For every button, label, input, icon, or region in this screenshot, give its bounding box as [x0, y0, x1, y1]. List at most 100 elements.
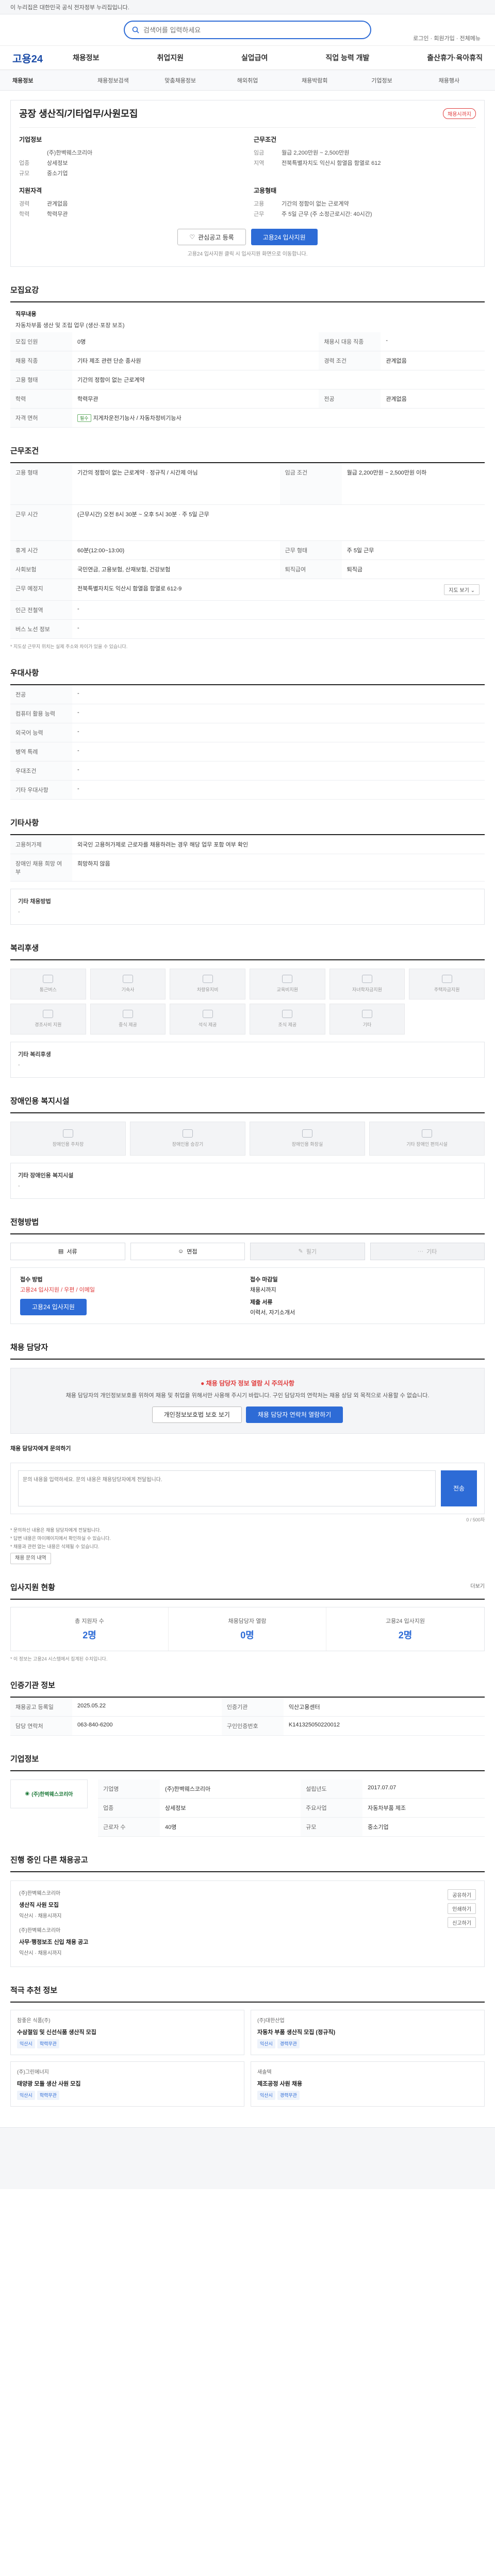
company-logo-icon: ◉	[25, 1791, 30, 1797]
graduation-icon	[361, 975, 372, 983]
qa-textarea[interactable]	[18, 1470, 436, 1506]
share-buttons: 공유하기 인쇄하기 신고하기	[326, 1889, 476, 1958]
table-row: 근로자 수 40명 규모 중소기업	[98, 1817, 485, 1837]
welfare-item: 조식 제공	[250, 1003, 325, 1035]
welfare-item: 석식 제공	[170, 1003, 245, 1035]
privacy-law-button[interactable]: 개인정보보호법 보호 보기	[152, 1406, 242, 1423]
welfare-text-label: 기타 복리후생	[18, 1051, 51, 1058]
login-link[interactable]: 로그인	[413, 36, 428, 42]
disability-text-label: 기타 장애인용 복지시설	[18, 1172, 74, 1179]
stats-more-link[interactable]: 더보기	[470, 1582, 485, 1592]
section-cert: 인증기관 정보 채용공고 등록일 2025.05.22 인증기관 익산고용센터 담당 …	[10, 1662, 485, 1736]
section-other-title: 진행 중인 다른 채용공고	[10, 1854, 485, 1872]
company-size: 중소기업	[47, 171, 68, 177]
section-etc-title: 기타사항	[10, 817, 485, 835]
table-row: 외국어 능력 -	[10, 723, 485, 742]
subnav-item-3[interactable]: 해외취업	[214, 76, 281, 84]
subnav-item-5[interactable]: 기업정보	[348, 76, 415, 84]
document-icon: ▤	[58, 1248, 64, 1255]
summary-cond-label: 근무조건	[254, 136, 277, 143]
corp-logo-name: (주)한벽웨스코리아	[31, 1792, 73, 1798]
search-row: 로그인 · 회원가입 · 전체메뉴	[0, 14, 495, 45]
summary-requirements: 지원자격 경력 관계없음 학력 학력무관	[19, 186, 241, 219]
gnb-item-training[interactable]: 직업 능력 개발	[325, 53, 369, 63]
print-button[interactable]: 인쇄하기	[448, 1903, 476, 1914]
map-button[interactable]: 지도 보기 ⌄	[444, 584, 480, 595]
table-row: 인근 전철역 -	[10, 600, 485, 620]
site-footer	[0, 2127, 495, 2189]
qa-send-button[interactable]: 전송	[441, 1470, 477, 1506]
table-row: 근무 예정지 전북특별자치도 익산시 함열읍 함열로 612-9 지도 보기 ⌄	[10, 579, 485, 601]
table-row: 버스 노선 정보 -	[10, 619, 485, 639]
gov-notice-text: 이 누리집은 대한민국 공식 전자정부 누리집입니다.	[10, 4, 129, 11]
apply-method-value: 고용24 입사지원 / 우편 / 이메일	[20, 1286, 95, 1293]
summary-company: 기업정보 (주)한벽웨스코리아 업종 상세정보 규모 중소기업	[19, 135, 241, 179]
preference-table: 전공 - 컴퓨터 활용 능력 - 외국어 능력 - 병역 특례 - 우대조건 - 기타 우…	[10, 685, 485, 800]
dots-icon: ···	[418, 1248, 424, 1255]
summary-company-label: 기업정보	[19, 136, 42, 143]
gnb-item-parental-leave[interactable]: 출산휴가·육아휴직	[427, 53, 483, 63]
apply-method-label: 접수 방법	[20, 1276, 43, 1283]
apply-doc-value: 이력서, 자기소개서	[250, 1309, 295, 1316]
subnav-item-0[interactable]: 채용정보	[12, 76, 79, 84]
warning-icon: ●	[201, 1379, 205, 1387]
section-conditions: 근무조건 고용 형태 기간의 정함이 없는 근로계약 · 정규직 / 시간제 아님…	[10, 428, 485, 650]
section-preference: 우대사항 전공 - 컴퓨터 활용 능력 - 외국어 능력 - 병역 특례 - 우대조건 -…	[10, 650, 485, 800]
duty-block: 직무내용 자동차부품 생산 및 조립 업무 (생산·포장 보조)	[10, 302, 485, 332]
section-stats-title: 입사지원 현황	[10, 1583, 55, 1592]
elevator-icon	[183, 1129, 193, 1138]
disability-item: 장애인용 주차장	[10, 1121, 126, 1156]
warning-title: 채용 담당자 정보 열람 시 주의사항	[206, 1379, 294, 1387]
list-item[interactable]: (주)그린에너지 태양광 모듈 생산 사원 모집 익산시 학력무관	[10, 2061, 244, 2107]
disability-item: 장애인용 화장실	[250, 1121, 365, 1156]
corp-logo: ◉ (주)한벽웨스코리아	[10, 1779, 88, 1808]
scrap-button[interactable]: ♡ 관심공고 등록	[177, 229, 246, 245]
table-row: 휴게 시간 60분(12:00~13:00) 근무 형태 주 5일 근무	[10, 540, 485, 560]
list-item[interactable]: (주)대한산업 자동차 부품 생산직 모집 (정규직) 익산시 경력무관	[251, 2009, 485, 2055]
section-method-title: 전형방법	[10, 1216, 485, 1234]
site-logo[interactable]: 고용24	[12, 50, 43, 65]
apply-button[interactable]: 고용24 입사지원	[251, 229, 318, 245]
subnav-item-2[interactable]: 맞춤채용정보	[147, 76, 214, 84]
gnb-item-employment-support[interactable]: 취업지원	[157, 53, 184, 63]
parking-icon	[63, 1129, 73, 1138]
subnav-item-1[interactable]: 채용정보검색	[79, 76, 146, 84]
subnav-item-4[interactable]: 채용박람회	[281, 76, 348, 84]
list-item[interactable]: 새솔텍 제조공정 사원 채용 익산시 경력무관	[251, 2061, 485, 2107]
all-menu-link[interactable]: 전체메뉴	[460, 36, 481, 42]
house-icon	[441, 975, 452, 983]
gnb-item-jobs[interactable]: 채용정보	[73, 53, 100, 63]
share-button[interactable]: 공유하기	[448, 1889, 476, 1900]
view-contact-button[interactable]: 채용 담당자 연락처 열람하기	[245, 1406, 343, 1423]
section-corp: 기업정보 ◉ (주)한벽웨스코리아 기업명 (주)한벽웨스코리아 설립년도 2017.…	[10, 1736, 485, 1837]
work-location: 전북특별자치도 익산시 함열읍 함열로 612-9	[77, 585, 182, 592]
welfare-item: 교육비지원	[250, 968, 325, 999]
report-button[interactable]: 신고하기	[448, 1917, 476, 1928]
section-recommend-title: 적극 추천 정보	[10, 1985, 485, 2003]
list-item[interactable]: (주)한벽웨스코리아 사무·행정보조 신입 채용 공고 익산시 · 채용시까지	[19, 1926, 318, 1958]
summary-education: 학력무관	[47, 211, 68, 217]
other-jobs-box: (주)한벽웨스코리아 생산직 사원 모집 익산시 · 채용시까지 (주)한벽웨스…	[10, 1880, 485, 1967]
job-summary: 기업정보 (주)한벽웨스코리아 업종 상세정보 규모 중소기업 근무조건 임금 월급 …	[19, 127, 476, 219]
recruit-table: 모집 인원 0명 채용시 대응 직종 - 채용 직종 기타 제조 관련 단순 종사원 경력…	[10, 332, 485, 428]
qa-history-button[interactable]: 채용 문의 내역	[10, 1552, 51, 1564]
company-industry[interactable]: 상세정보	[47, 158, 68, 168]
list-item[interactable]: (주)한벽웨스코리아 생산직 사원 모집 익산시 · 채용시까지	[19, 1889, 318, 1926]
etc-table: 고용허가제 외국인 고용허가제로 근로자를 채용하려는 경우 해당 업무 포함 여…	[10, 835, 485, 882]
list-item[interactable]: 참좋은 식품(주) 수삼절임 및 신선식품 생산직 모집 익산시 학력무관	[10, 2009, 244, 2055]
disability-text-block: 기타 장애인용 복지시설 -	[10, 1162, 485, 1199]
apply-method-box: 접수 방법 고용24 입사지원 / 우편 / 이메일 고용24 입사지원 접수 …	[10, 1267, 485, 1324]
etc-text-label: 기타 채용방법	[18, 898, 51, 905]
welfare-item: 기타	[329, 1003, 405, 1035]
search-box[interactable]	[124, 21, 371, 39]
page-root: 이 누리집은 대한민국 공식 전자정부 누리집입니다. 로그인 · 회원가입 ·…	[0, 0, 495, 2189]
stat-total: 총 지원자 수 2명	[11, 1607, 169, 1651]
section-welfare: 복리후생 통근버스 기숙사 차량유지비 교육비지원 자녀학자금지원 주택자금지원…	[10, 925, 485, 1078]
subnav-item-6[interactable]: 채용행사	[416, 76, 483, 84]
search-input[interactable]	[143, 26, 363, 34]
section-recruit-title: 모집요강	[10, 284, 485, 302]
signup-link[interactable]: 회원가입	[434, 36, 454, 42]
apply-method-button[interactable]: 고용24 입사지원	[20, 1298, 87, 1315]
step-document: ▤ 서류	[10, 1242, 125, 1260]
gnb-item-unemployment-benefit[interactable]: 실업급여	[241, 53, 268, 63]
